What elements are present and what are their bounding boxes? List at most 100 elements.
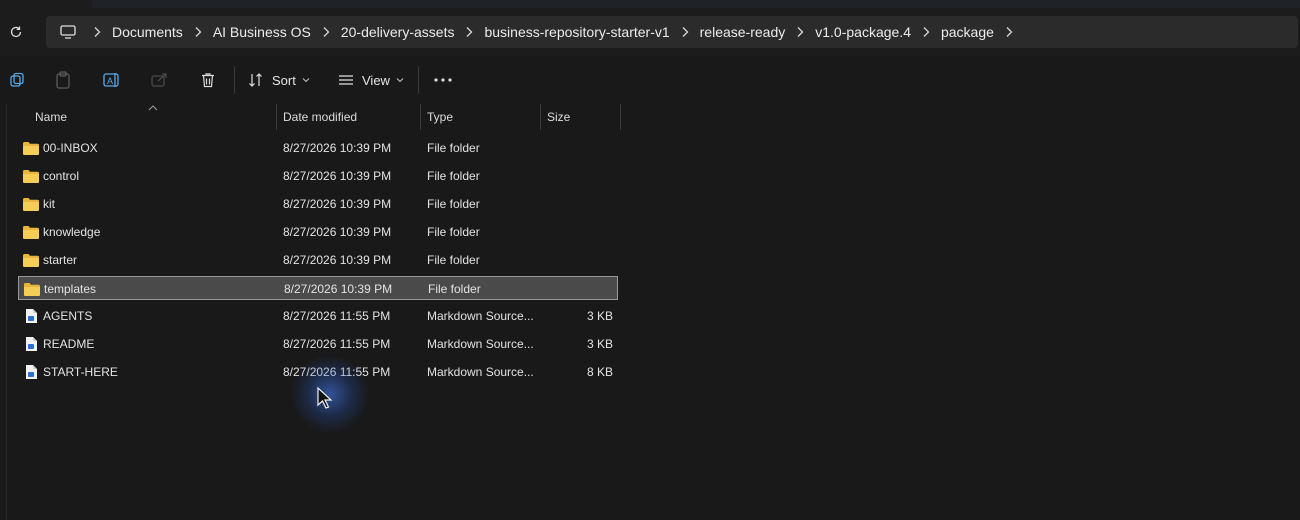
file-type: File folder bbox=[427, 141, 480, 155]
file-date: 8/27/2026 11:55 PM bbox=[283, 365, 391, 379]
file-name: knowledge bbox=[43, 225, 101, 239]
folder-icon bbox=[22, 140, 40, 156]
file-date: 8/27/2026 10:39 PM bbox=[283, 197, 392, 211]
file-date: 8/27/2026 10:39 PM bbox=[284, 282, 393, 296]
file-name: START-HERE bbox=[43, 365, 118, 379]
file-type: Markdown Source... bbox=[427, 337, 534, 351]
chevron-down-icon bbox=[396, 78, 404, 83]
folder-icon bbox=[22, 224, 40, 240]
column-divider[interactable] bbox=[420, 104, 421, 130]
column-header-date[interactable]: Date modified bbox=[283, 104, 419, 130]
file-date: 8/27/2026 10:39 PM bbox=[283, 141, 392, 155]
paste-icon[interactable] bbox=[52, 68, 74, 92]
file-type: File folder bbox=[428, 282, 481, 296]
file-name: README bbox=[43, 337, 95, 351]
navigation-pane-edge bbox=[0, 104, 7, 520]
file-name: kit bbox=[43, 197, 55, 211]
more-icon bbox=[434, 78, 452, 82]
file-size: 3 KB bbox=[586, 337, 613, 351]
view-label: View bbox=[362, 72, 390, 88]
file-list-pane: Name Date modified Type Size 00-INBOX 8/2… bbox=[0, 104, 1300, 520]
address-bar[interactable]: Documents AI Business OS 20-delivery-asset… bbox=[46, 16, 1298, 48]
view-button[interactable]: View bbox=[338, 68, 404, 92]
chevron-right-icon[interactable] bbox=[670, 22, 700, 42]
breadcrumb-item[interactable]: 20-delivery-assets bbox=[341, 24, 455, 40]
delete-icon[interactable] bbox=[196, 68, 220, 92]
chevron-right-icon[interactable] bbox=[994, 22, 1024, 42]
file-type: Markdown Source... bbox=[427, 309, 534, 323]
file-type: File folder bbox=[427, 225, 480, 239]
refresh-icon[interactable] bbox=[6, 22, 26, 42]
file-date: 8/27/2026 11:55 PM bbox=[283, 337, 391, 351]
file-size bbox=[559, 277, 614, 301]
file-row[interactable]: control 8/27/2026 10:39 PM File folder bbox=[18, 164, 618, 188]
chevron-right-icon[interactable] bbox=[785, 22, 815, 42]
command-bar: A Sort View bbox=[0, 56, 1300, 105]
chevron-down-icon bbox=[302, 78, 310, 83]
file-size bbox=[558, 164, 613, 188]
file-name: AGENTS bbox=[43, 309, 93, 323]
file-type: File folder bbox=[427, 253, 480, 267]
file-type: Markdown Source... bbox=[427, 365, 534, 379]
file-type: File folder bbox=[427, 197, 480, 211]
chevron-right-icon[interactable] bbox=[82, 22, 112, 42]
sort-button[interactable]: Sort bbox=[248, 68, 310, 92]
sort-icon bbox=[249, 73, 262, 87]
file-row[interactable]: 00-INBOX 8/27/2026 10:39 PM File folder bbox=[18, 136, 618, 160]
column-divider[interactable] bbox=[540, 104, 541, 130]
column-header-size[interactable]: Size bbox=[547, 104, 617, 130]
file-type: File folder bbox=[427, 169, 480, 183]
chevron-right-icon[interactable] bbox=[311, 22, 341, 42]
toolbar-separator bbox=[234, 66, 235, 94]
file-row[interactable]: START-HERE 8/27/2026 11:55 PM Markdown Sou… bbox=[18, 360, 618, 384]
sort-label: Sort bbox=[272, 72, 296, 88]
this-pc-icon[interactable] bbox=[58, 22, 78, 42]
file-size bbox=[558, 220, 613, 244]
column-header-type[interactable]: Type bbox=[427, 104, 537, 130]
file-row[interactable]: starter 8/27/2026 10:39 PM File folder bbox=[18, 248, 618, 272]
markdown-file-icon bbox=[22, 308, 40, 324]
column-header-name[interactable]: Name bbox=[35, 104, 275, 130]
new-item-icon[interactable] bbox=[6, 68, 28, 92]
folder-icon bbox=[23, 281, 41, 297]
breadcrumb-item[interactable]: Documents bbox=[112, 24, 183, 40]
markdown-file-icon bbox=[22, 364, 40, 380]
mouse-pointer-icon bbox=[317, 386, 333, 409]
file-name: templates bbox=[44, 282, 97, 296]
file-date: 8/27/2026 10:39 PM bbox=[283, 225, 392, 239]
rename-icon[interactable]: A bbox=[100, 68, 124, 92]
chevron-right-icon[interactable] bbox=[183, 22, 213, 42]
file-row[interactable]: knowledge 8/27/2026 10:39 PM File folder bbox=[18, 220, 618, 244]
share-icon[interactable] bbox=[148, 68, 172, 92]
file-name: starter bbox=[43, 253, 78, 267]
file-date: 8/27/2026 10:39 PM bbox=[283, 253, 392, 267]
file-size: 8 KB bbox=[586, 365, 613, 379]
column-headers: Name Date modified Type Size bbox=[0, 104, 1300, 130]
breadcrumb-item[interactable]: package bbox=[941, 24, 994, 40]
file-size: 3 KB bbox=[586, 309, 613, 323]
breadcrumb-item[interactable]: v1.0-package.4 bbox=[815, 24, 911, 40]
file-row[interactable]: kit 8/27/2026 10:39 PM File folder bbox=[18, 192, 618, 216]
file-size bbox=[558, 248, 613, 272]
column-divider[interactable] bbox=[620, 104, 621, 130]
file-size bbox=[558, 136, 613, 160]
tab-area bbox=[92, 0, 1300, 8]
breadcrumb-item[interactable]: release-ready bbox=[700, 24, 786, 40]
chevron-right-icon[interactable] bbox=[454, 22, 484, 42]
file-row[interactable]: README 8/27/2026 11:55 PM Markdown Source.… bbox=[18, 332, 618, 356]
breadcrumb-item[interactable]: AI Business OS bbox=[213, 24, 311, 40]
file-row[interactable]: AGENTS 8/27/2026 11:55 PM Markdown Source.… bbox=[18, 304, 618, 328]
file-name: 00-INBOX bbox=[43, 141, 98, 155]
file-date: 8/27/2026 11:55 PM bbox=[283, 309, 391, 323]
more-options-button[interactable] bbox=[432, 68, 454, 92]
column-divider[interactable] bbox=[276, 104, 277, 130]
file-row[interactable]: templates 8/27/2026 10:39 PM File folder bbox=[18, 276, 618, 300]
chevron-right-icon[interactable] bbox=[911, 22, 941, 42]
file-name: control bbox=[43, 169, 80, 183]
folder-icon bbox=[22, 252, 40, 268]
title-strip bbox=[0, 0, 1300, 8]
breadcrumb-item[interactable]: business-repository-starter-v1 bbox=[484, 24, 669, 40]
svg-text:A: A bbox=[107, 76, 113, 86]
file-date: 8/27/2026 10:39 PM bbox=[283, 169, 392, 183]
folder-icon bbox=[22, 168, 40, 184]
